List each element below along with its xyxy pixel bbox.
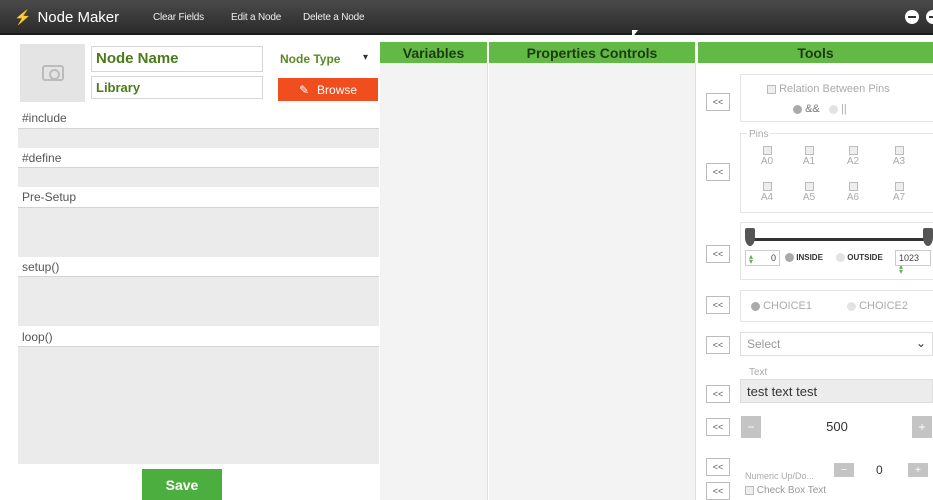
pin-a4[interactable]: A4 xyxy=(755,182,779,203)
dropdown-arrow-icon[interactable]: ▾ xyxy=(363,52,368,63)
relation-row[interactable]: Relation Between Pins xyxy=(767,83,890,95)
pin-a3[interactable]: A3 xyxy=(887,146,911,167)
setup-label: setup() xyxy=(22,260,60,274)
pin-a2[interactable]: A2 xyxy=(841,146,865,167)
range-max-input[interactable]: 1023 ▴ ▾ xyxy=(895,250,931,275)
camera-icon xyxy=(41,65,64,81)
pin-a0[interactable]: A0 xyxy=(755,146,779,167)
choice1-radio[interactable] xyxy=(751,301,760,311)
pin-a7[interactable]: A7 xyxy=(887,182,911,203)
clear-fields-link[interactable]: Clear Fields xyxy=(153,12,204,23)
inside-radio[interactable] xyxy=(785,253,794,263)
text-legend: Text xyxy=(749,367,768,378)
include-input[interactable] xyxy=(18,128,379,148)
add-choice-button[interactable]: << xyxy=(706,296,730,314)
pins-box: Pins A0 A1 A2 A3 A4 A5 A6 A7 xyxy=(740,129,933,213)
range-min-handle[interactable] xyxy=(745,228,755,246)
browse-label: Browse xyxy=(317,82,358,97)
tools-header: Tools xyxy=(698,42,933,63)
decrement-button[interactable]: − xyxy=(741,416,761,438)
numeric-increment-button[interactable]: + xyxy=(908,463,928,477)
define-label: #define xyxy=(22,151,62,165)
pin-a5[interactable]: A5 xyxy=(797,182,821,203)
properties-header: Properties Controls xyxy=(489,42,695,63)
and-radio[interactable] xyxy=(793,104,802,114)
app-title: Node Maker xyxy=(37,9,120,26)
numeric-decrement-button[interactable]: − xyxy=(834,463,854,477)
or-radio[interactable] xyxy=(828,104,838,114)
presetup-label: Pre-Setup xyxy=(22,190,77,204)
presetup-input[interactable] xyxy=(18,207,379,257)
add-text-button[interactable]: << xyxy=(706,385,730,403)
outside-radio[interactable] xyxy=(836,253,845,263)
and-label: && xyxy=(805,103,820,115)
choice1-option[interactable]: CHOICE1 xyxy=(751,300,812,312)
relation-title: Relation Between Pins xyxy=(779,83,890,95)
browse-button[interactable]: ✎ Browse xyxy=(278,78,378,101)
range-max-handle[interactable] xyxy=(923,228,933,246)
numeric-value[interactable]: 0 xyxy=(876,463,883,477)
minimize-icon[interactable] xyxy=(905,10,919,24)
checkbox[interactable] xyxy=(745,485,754,495)
mouse-cursor-icon xyxy=(632,30,638,38)
select-dropdown[interactable]: Select ⌄ xyxy=(740,332,933,356)
spinner-icon[interactable]: ▴ ▾ xyxy=(899,262,906,275)
define-input[interactable] xyxy=(18,167,379,187)
loop-input[interactable] xyxy=(18,346,379,464)
variables-panel xyxy=(380,63,488,500)
pin-a1[interactable]: A1 xyxy=(797,146,821,167)
variables-header: Variables xyxy=(380,42,487,63)
pins-legend: Pins xyxy=(747,129,771,140)
chevron-down-icon: ⌄ xyxy=(915,336,926,350)
add-relation-button[interactable]: << xyxy=(706,93,730,111)
add-select-button[interactable]: << xyxy=(706,336,730,354)
add-checkbox-button[interactable]: << xyxy=(706,482,730,500)
wand-icon: ✎ xyxy=(298,82,310,97)
relation-checkbox[interactable] xyxy=(767,84,776,94)
add-number-button[interactable]: << xyxy=(706,418,730,436)
setup-input[interactable] xyxy=(18,276,379,326)
magic-wand-icon: ⚡ xyxy=(14,9,32,25)
range-slider-track[interactable] xyxy=(750,238,930,241)
loop-label: loop() xyxy=(22,330,53,344)
numeric-label: Numeric Up/Do... xyxy=(745,471,815,481)
spinner-icon[interactable]: ▴ ▾ xyxy=(749,252,756,265)
or-label: || xyxy=(840,103,847,115)
add-pins-button[interactable]: << xyxy=(706,163,730,181)
relation-options: && || xyxy=(793,103,847,115)
choice-box: CHOICE1 CHOICE2 xyxy=(740,290,933,322)
choice2-option[interactable]: CHOICE2 xyxy=(847,300,908,312)
increment-button[interactable]: + xyxy=(912,416,932,438)
library-field[interactable]: Library xyxy=(91,76,263,99)
properties-panel xyxy=(489,63,696,500)
node-type-select[interactable]: Node Type xyxy=(280,52,340,66)
node-image-placeholder[interactable] xyxy=(20,44,85,102)
app-brand: ⚡ Node Maker xyxy=(14,9,119,26)
inside-option[interactable]: INSIDE xyxy=(785,253,823,263)
close-icon[interactable] xyxy=(926,10,933,24)
checkbox-option[interactable]: Check Box Text xyxy=(745,485,826,496)
add-range-button[interactable]: << xyxy=(706,245,730,263)
add-numeric-button[interactable]: << xyxy=(706,458,730,476)
save-button[interactable]: Save xyxy=(142,469,222,500)
outside-option[interactable]: OUTSIDE xyxy=(836,253,883,263)
delete-node-link[interactable]: Delete a Node xyxy=(303,12,365,23)
pin-a6[interactable]: A6 xyxy=(841,182,865,203)
top-bar: ⚡ Node Maker Clear Fields Edit a Node De… xyxy=(0,0,933,38)
range-min-input[interactable]: ▴ ▾ 0 xyxy=(745,250,780,266)
number-value[interactable]: 500 xyxy=(762,416,912,438)
text-input[interactable]: test text test xyxy=(740,379,933,403)
choice2-radio[interactable] xyxy=(847,301,856,311)
include-label: #include xyxy=(22,111,67,125)
relation-box: Relation Between Pins && || xyxy=(740,74,933,122)
edit-node-link[interactable]: Edit a Node xyxy=(231,12,281,23)
node-name-field[interactable]: Node Name xyxy=(91,46,263,72)
